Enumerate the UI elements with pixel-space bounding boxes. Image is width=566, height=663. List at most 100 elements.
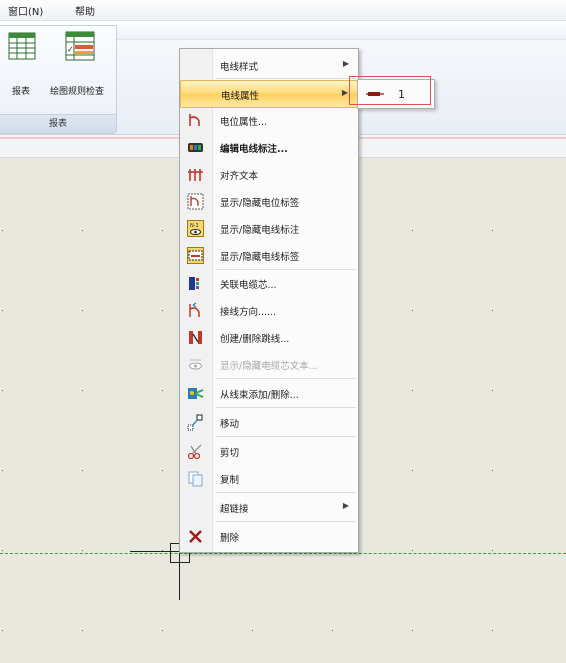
align-text-icon bbox=[188, 169, 203, 181]
grid-dot bbox=[2, 630, 3, 631]
menu-item-label: 复制 bbox=[220, 475, 240, 486]
grid-dot bbox=[82, 470, 83, 471]
grid-dot bbox=[492, 390, 493, 391]
delete-x-icon bbox=[189, 530, 202, 543]
menu-item-associate-cable-core[interactable]: 关联电缆芯... bbox=[180, 270, 358, 296]
menu-item-delete[interactable]: 删除 bbox=[180, 523, 358, 549]
menu-item-label: 创建/删除跳线... bbox=[220, 334, 290, 345]
menu-separator bbox=[216, 378, 356, 379]
menu-separator bbox=[216, 78, 356, 79]
grid-dot bbox=[412, 470, 413, 471]
menu-item-toggle-wire-annotation[interactable]: N-1 显示/隐藏电线标注 bbox=[180, 215, 358, 241]
scissors-icon bbox=[187, 444, 202, 460]
edit-wire-label-icon bbox=[188, 143, 203, 152]
grid-dot bbox=[162, 230, 163, 231]
grid-dot bbox=[332, 630, 333, 631]
potential-icon bbox=[189, 114, 200, 126]
grid-dot bbox=[162, 470, 163, 471]
menu-item-edit-wire-label[interactable]: 编辑电线标注... bbox=[180, 134, 358, 160]
svg-text:N-1: N-1 bbox=[190, 223, 199, 229]
menu-help[interactable]: 帮助 bbox=[75, 3, 95, 18]
grid-dot bbox=[2, 230, 3, 231]
menu-item-label: 移动 bbox=[220, 419, 240, 430]
menu-item-label: 显示/隐藏电线标签 bbox=[220, 252, 300, 263]
grid-dot bbox=[492, 630, 493, 631]
menu-item-label: 电位属性... bbox=[220, 117, 268, 128]
menu-item-label: 删除 bbox=[220, 533, 240, 544]
wiring-direction-icon bbox=[189, 302, 200, 317]
menu-item-wire-properties[interactable]: 电线属性 ▶ bbox=[180, 80, 358, 108]
grid-dot bbox=[162, 630, 163, 631]
ribbon-group-label: 报表 bbox=[0, 114, 116, 133]
grid-dot bbox=[162, 310, 163, 311]
menu-item-label: 关联电缆芯... bbox=[220, 280, 277, 291]
grid-dot bbox=[2, 390, 3, 391]
harness-icon bbox=[188, 388, 204, 399]
menu-bar: 窗口(N) 帮助 bbox=[0, 0, 566, 21]
grid-dot bbox=[82, 630, 83, 631]
context-menu: 电线样式 ▶ 电线属性 ▶ 电位属性... 编辑电线标注... 对齐文本 显示/… bbox=[179, 48, 359, 553]
grid-dot bbox=[82, 230, 83, 231]
menu-item-align-text[interactable]: 对齐文本 bbox=[180, 161, 358, 187]
guide-line bbox=[0, 553, 566, 554]
grid-dot bbox=[82, 550, 83, 551]
grid-dot bbox=[82, 390, 83, 391]
ribbon-group-report: 报表 ✓ 绘图规则检查 报表 bbox=[0, 25, 117, 134]
toggle-potential-label-icon bbox=[187, 193, 204, 210]
drawing-rule-check-label: 绘图规则检查 bbox=[50, 87, 105, 97]
menu-item-label: 显示/隐藏电线标注 bbox=[220, 225, 300, 236]
grid-dot bbox=[412, 310, 413, 311]
cable-core-icon bbox=[189, 277, 199, 290]
submenu-arrow-icon: ▶ bbox=[341, 88, 348, 97]
menu-item-label: 显示/隐藏电位标签 bbox=[220, 198, 300, 209]
drawing-rule-check-button[interactable]: ✓ 绘图规则检查 bbox=[48, 30, 114, 97]
menu-item-label: 从线束添加/删除... bbox=[220, 390, 299, 401]
report-table-icon bbox=[8, 32, 36, 60]
menu-item-potential-properties[interactable]: 电位属性... bbox=[180, 107, 358, 133]
report-button-label: 报表 bbox=[12, 87, 31, 97]
grid-dot bbox=[162, 390, 163, 391]
menu-separator bbox=[216, 492, 356, 493]
menu-item-wiring-direction[interactable]: 接线方向...... bbox=[180, 297, 358, 323]
menu-item-label: 显示/隐藏电缆芯文本... bbox=[220, 361, 318, 372]
menu-item-label: 电线属性 bbox=[221, 91, 260, 102]
menu-item-toggle-wire-label[interactable]: 显示/隐藏电线标签 bbox=[180, 242, 358, 268]
grid-dot bbox=[492, 470, 493, 471]
toggle-wire-annotation-icon: N-1 bbox=[187, 220, 204, 237]
grid-dot bbox=[2, 550, 3, 551]
menu-item-copy[interactable]: 复制 bbox=[180, 465, 358, 491]
menu-item-move[interactable]: 移动 bbox=[180, 409, 358, 435]
submenu-selection-outline bbox=[349, 76, 431, 105]
menu-item-label: 超链接 bbox=[220, 504, 249, 515]
menu-item-label: 编辑电线标注... bbox=[220, 144, 288, 155]
menu-item-hyperlink[interactable]: 超链接 ▶ bbox=[180, 494, 358, 520]
menu-item-toggle-potential-label[interactable]: 显示/隐藏电位标签 bbox=[180, 188, 358, 214]
toggle-wire-label-icon bbox=[187, 247, 204, 264]
menu-item-label: 对齐文本 bbox=[220, 171, 259, 182]
grid-dot bbox=[412, 550, 413, 551]
jumper-icon bbox=[189, 331, 202, 344]
menu-separator bbox=[216, 521, 356, 522]
grid-dot bbox=[412, 630, 413, 631]
grid-dot bbox=[2, 470, 3, 471]
menu-item-create-delete-jumper[interactable]: 创建/删除跳线... bbox=[180, 324, 358, 350]
menu-window[interactable]: 窗口(N) bbox=[8, 3, 43, 18]
grid-dot bbox=[492, 230, 493, 231]
grid-dot bbox=[82, 310, 83, 311]
menu-separator bbox=[216, 407, 356, 408]
grid-dot bbox=[492, 550, 493, 551]
svg-text:✓: ✓ bbox=[67, 45, 74, 54]
menu-item-label: 电线样式 bbox=[220, 62, 259, 73]
grid-dot bbox=[252, 630, 253, 631]
copy-icon bbox=[188, 471, 203, 487]
menu-item-cut[interactable]: 剪切 bbox=[180, 438, 358, 464]
menu-item-wire-style[interactable]: 电线样式 ▶ bbox=[180, 52, 358, 78]
menu-item-harness-add-remove[interactable]: 从线束添加/删除... bbox=[180, 380, 358, 406]
toggle-cable-text-icon bbox=[189, 359, 202, 370]
submenu-arrow-icon: ▶ bbox=[342, 59, 349, 68]
grid-dot bbox=[2, 310, 3, 311]
menu-separator bbox=[216, 436, 356, 437]
report-button[interactable]: 报表 bbox=[4, 30, 38, 97]
move-icon bbox=[187, 414, 203, 431]
grid-dot bbox=[412, 230, 413, 231]
